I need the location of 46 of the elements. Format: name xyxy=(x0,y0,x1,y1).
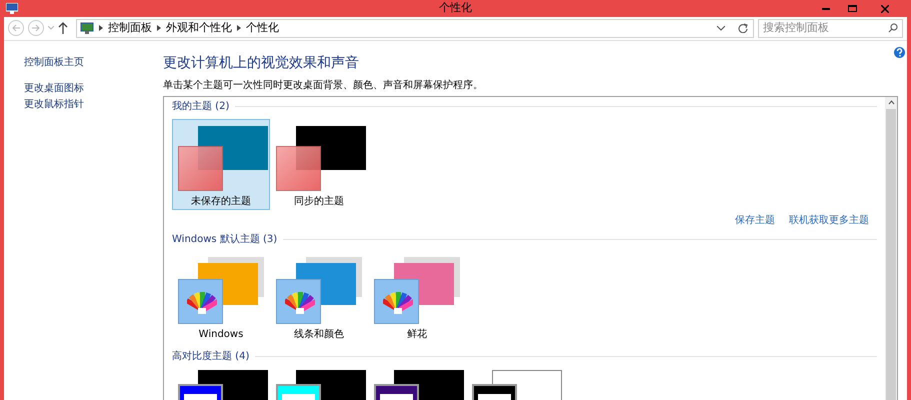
window-color-preview xyxy=(178,146,223,190)
breadcrumb-item[interactable]: 外观和个性化 xyxy=(166,20,232,36)
up-arrow-icon[interactable] xyxy=(58,22,68,34)
theme-name: 线条和颜色 xyxy=(294,328,344,342)
back-arrow-icon xyxy=(12,24,20,32)
theme-tile[interactable]: 未保存的主题 xyxy=(172,118,270,210)
group-heading: Windows 默认主题 (3) xyxy=(172,232,278,247)
breadcrumb-item[interactable]: 控制面板 xyxy=(108,20,152,36)
theme-tile[interactable]: 鲜花 xyxy=(368,252,466,342)
sidebar-link[interactable]: 更改鼠标指针 xyxy=(24,96,163,112)
theme-name: 未保存的主题 xyxy=(191,194,251,208)
window-color-preview xyxy=(276,146,321,190)
theme-tile[interactable]: Windows xyxy=(172,252,270,342)
theme-link[interactable]: 保存主题 xyxy=(735,212,775,228)
breadcrumb-item[interactable]: 个性化 xyxy=(246,20,279,36)
search-field[interactable]: 搜索控制面板 xyxy=(758,18,903,38)
refresh-icon[interactable] xyxy=(738,23,748,33)
group-heading: 高对比度主题 (4) xyxy=(172,350,250,364)
palette-icon xyxy=(285,290,315,316)
search-icon xyxy=(888,23,898,33)
group-heading: 我的主题 (2) xyxy=(172,100,230,114)
theme-name: 同步的主题 xyxy=(294,194,344,208)
page-heading: 更改计算机上的视觉效果和声音 xyxy=(163,54,360,72)
palette-icon xyxy=(187,290,217,316)
close-icon xyxy=(881,4,889,12)
dropdown-icon[interactable] xyxy=(717,26,725,30)
breadcrumb-separator-icon[interactable] xyxy=(99,25,103,31)
scrollbar[interactable] xyxy=(885,96,897,400)
window-title: 个性化 xyxy=(439,0,472,16)
breadcrumb-separator-icon[interactable] xyxy=(237,25,241,31)
page-description: 单击某个主题可一次性同时更改桌面背景、颜色、声音和屏幕保护程序。 xyxy=(163,78,484,92)
breadcrumb-separator-icon[interactable] xyxy=(157,25,161,31)
forward-arrow-icon xyxy=(32,24,40,32)
theme-name: Windows xyxy=(198,328,244,342)
theme-link[interactable]: 联机获取更多主题 xyxy=(789,212,869,228)
sidebar-link[interactable]: 更改桌面图标 xyxy=(24,80,163,96)
control-panel-icon xyxy=(6,3,18,14)
address-field[interactable]: 控制面板 外观和个性化 个性化 xyxy=(76,18,754,38)
theme-tile[interactable]: 线条和颜色 xyxy=(270,252,368,342)
theme-name: 鲜花 xyxy=(407,328,427,342)
help-icon[interactable] xyxy=(894,46,905,58)
control-panel-icon xyxy=(80,22,94,34)
scrollbar-thumb[interactable] xyxy=(886,108,896,400)
sidebar-link[interactable]: 控制面板主页 xyxy=(24,54,163,70)
theme-tile[interactable]: 同步的主题 xyxy=(270,118,368,210)
palette-icon xyxy=(383,290,413,316)
